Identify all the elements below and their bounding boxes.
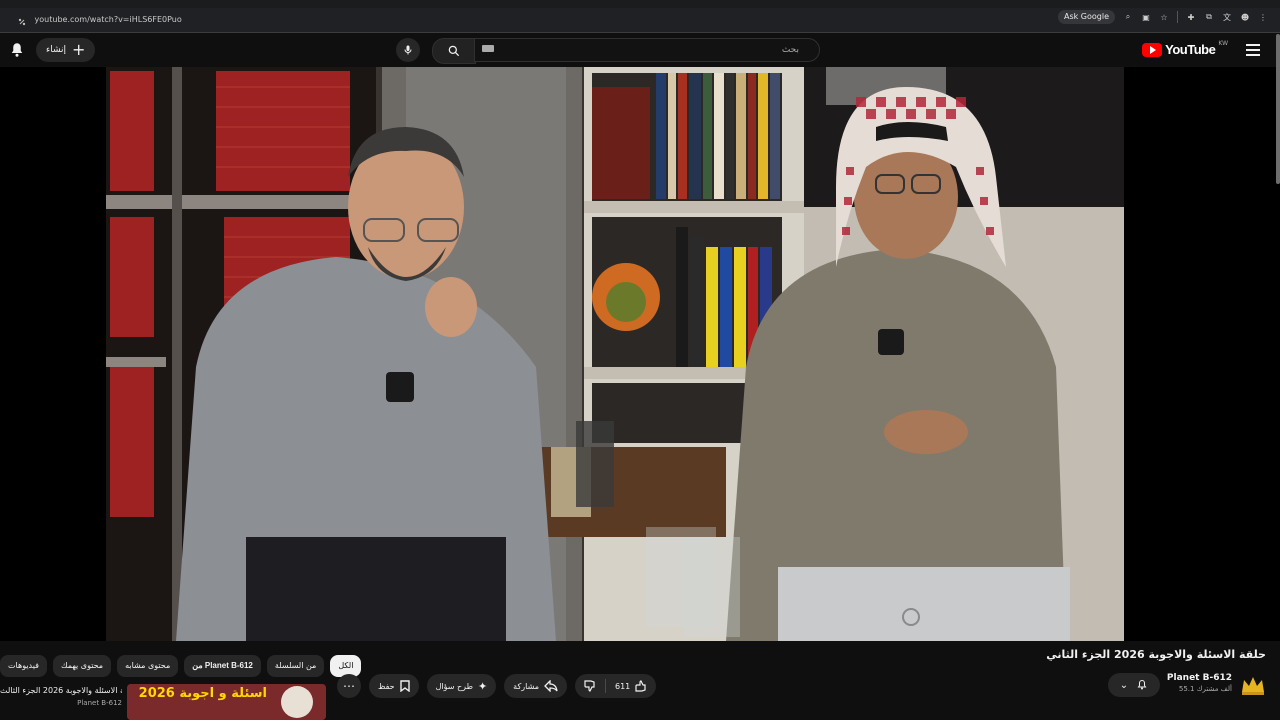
extension-icon[interactable]: ✚ (1186, 12, 1196, 22)
recommended-video[interactable]: حلقة الاسئلة والاجوبة 2026 الجزء الثالث … (0, 681, 326, 720)
ask-google-button[interactable]: Ask Google (1057, 10, 1115, 24)
thumbnail-text: اسئلة و اجوبة 2026 (138, 686, 267, 701)
video-actions: ⋯ حفظ طرح سؤال ✦ مشاركة 611 (337, 674, 657, 698)
related-filter-chips: فيديوهات محتوى يهمك محتوى مشابه من Plane… (0, 655, 362, 677)
address-bar[interactable]: youtube.com/watch?v=iHLS6FE0Puo (18, 12, 182, 28)
create-label: إنشاء (46, 45, 67, 55)
share-arrow-icon (544, 680, 558, 692)
more-horizontal-icon: ⋯ (343, 679, 355, 693)
translate-icon[interactable]: 文 (1222, 12, 1232, 22)
video-title: حلقة الاسئلة والاجوبة 2026 الجزء الثاني (1046, 648, 1266, 661)
search-button[interactable] (432, 38, 476, 64)
video-scene-illustration (106, 67, 1124, 641)
plus-icon: + (72, 40, 86, 59)
create-button[interactable]: إنشاء + (36, 38, 96, 62)
subscriber-count: 55.1 ألف مشترك (1178, 685, 1232, 693)
country-code: KW (1218, 40, 1228, 47)
ask-question-label: طرح سؤال (435, 681, 473, 691)
extensions-puzzle-icon[interactable]: ⧉ (1204, 12, 1214, 22)
notifications-bell-icon[interactable] (8, 41, 26, 59)
hamburger-menu-icon[interactable] (1246, 44, 1260, 56)
like-button[interactable]: 611 (606, 674, 656, 698)
share-label: مشاركة (513, 681, 539, 691)
page-scrollbar[interactable] (1276, 34, 1280, 184)
thumbs-down-icon (584, 680, 595, 692)
channel-name[interactable]: Planet B-612 (1167, 673, 1232, 683)
channel-avatar[interactable] (1240, 674, 1266, 696)
dislike-button[interactable] (575, 674, 605, 698)
youtube-header: إنشاء + بحث YouTube KW (0, 33, 1280, 67)
logo-text: YouTube (1165, 42, 1216, 57)
keyboard-icon[interactable] (482, 45, 494, 52)
voice-search-button[interactable] (396, 38, 420, 62)
chip-from-series[interactable]: من السلسلة (266, 655, 325, 677)
like-count: 611 (615, 681, 631, 691)
chip-from-channel-label: من Planet B-612 (192, 661, 253, 670)
crown-logo-icon (1242, 677, 1264, 695)
subscription-notifications-button[interactable]: ⌄ (1108, 673, 1160, 697)
save-button[interactable]: حفظ (369, 674, 419, 698)
url-text[interactable]: youtube.com/watch?v=iHLS6FE0Puo (35, 15, 182, 24)
browser-tab-strip (0, 0, 1280, 8)
like-dislike-group: 611 (575, 674, 657, 698)
chip-for-you[interactable]: محتوى يهمك (52, 655, 112, 677)
profile-icon[interactable]: ☻ (1240, 12, 1250, 22)
share-button[interactable]: مشاركة (504, 674, 567, 698)
sparkle-icon: ✦ (477, 679, 488, 693)
install-app-icon[interactable]: ▣ (1141, 12, 1151, 22)
chip-videos[interactable]: فيديوهات (0, 655, 47, 677)
youtube-play-icon (1142, 42, 1163, 57)
chevron-down-icon: ⌄ (1119, 679, 1129, 691)
bell-icon (1137, 679, 1147, 690)
more-actions-button[interactable]: ⋯ (337, 674, 361, 698)
youtube-logo[interactable]: YouTube KW (1142, 40, 1228, 57)
search-icon (448, 45, 460, 57)
thumbs-up-icon (635, 680, 646, 692)
microphone-icon (404, 45, 412, 55)
chip-from-channel[interactable]: من Planet B-612 (184, 655, 261, 677)
browser-toolbar: Ask Google ⌕ ▣ ☆ ✚ ⧉ 文 ☻ ⋮ (1057, 10, 1268, 24)
bookmark-icon (399, 680, 410, 692)
recommended-video-title[interactable]: حلقة الاسئلة والاجوبة 2026 الجزء الثالث (0, 685, 122, 696)
site-info-icon[interactable] (18, 16, 26, 25)
recommended-video-channel: Planet B-612 (77, 699, 122, 707)
channel-info: Planet B-612 55.1 ألف مشترك (1167, 673, 1232, 693)
browser-chrome: youtube.com/watch?v=iHLS6FE0Puo Ask Goog… (0, 0, 1280, 33)
search-input[interactable]: بحث (474, 38, 820, 62)
video-frame[interactable] (106, 67, 1124, 641)
save-label: حفظ (378, 681, 395, 691)
video-player[interactable] (0, 67, 1280, 641)
toolbar-divider (1177, 11, 1178, 23)
bookmark-star-icon[interactable]: ☆ (1159, 12, 1169, 22)
ask-question-button[interactable]: طرح سؤال ✦ (426, 674, 497, 698)
chrome-menu-icon[interactable]: ⋮ (1258, 12, 1268, 22)
chip-related[interactable]: محتوى مشابه (117, 655, 179, 677)
recommended-video-thumbnail[interactable]: اسئلة و اجوبة 2026 (127, 684, 326, 720)
zoom-icon[interactable]: ⌕ (1123, 12, 1133, 22)
